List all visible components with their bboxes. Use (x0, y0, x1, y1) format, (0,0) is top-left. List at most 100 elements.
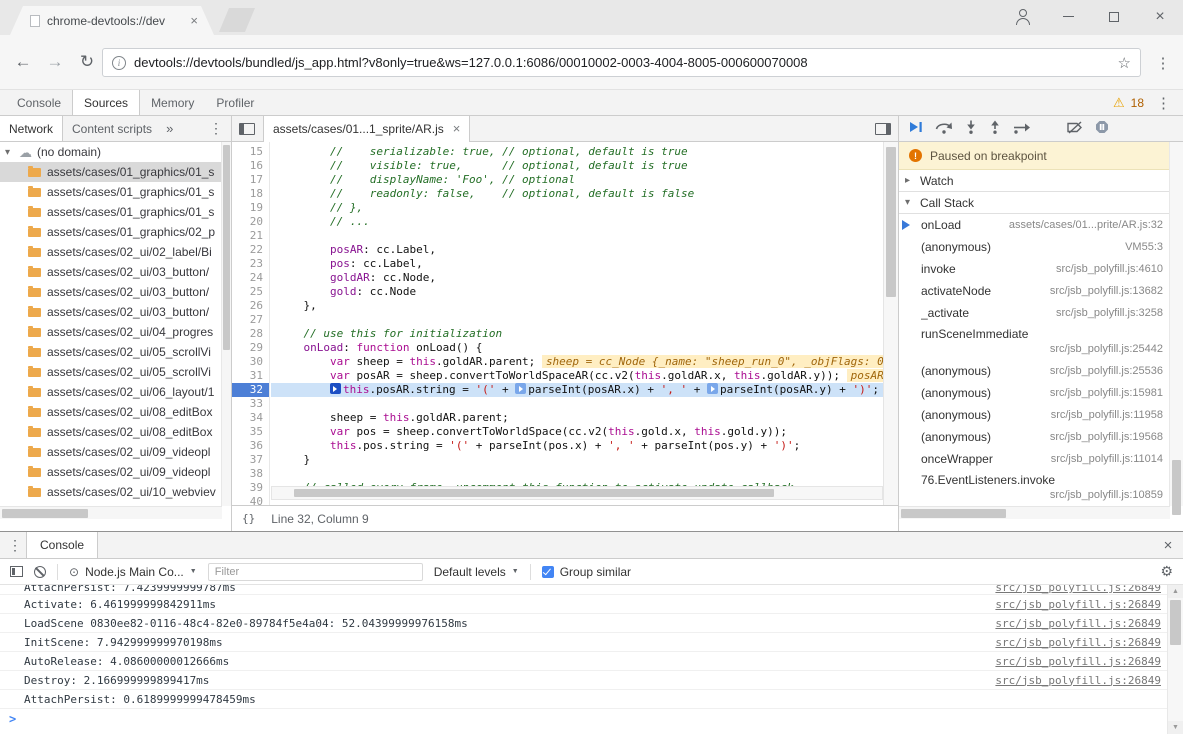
drawer-menu-icon[interactable]: ⋮ (4, 532, 26, 558)
scroll-down-icon[interactable]: ▼ (1168, 721, 1183, 734)
tree-item[interactable]: assets/cases/02_ui/05_scrollVi (0, 362, 221, 382)
call-stack-frame[interactable]: (anonymous)src/jsb_polyfill.js:25536 (899, 360, 1169, 382)
tree-item[interactable]: assets/cases/02_ui/03_button/ (0, 282, 221, 302)
frame-source-location[interactable]: src/jsb_polyfill.js:25536 (1050, 365, 1163, 377)
gutter-line-number[interactable]: 37 (232, 453, 269, 467)
tree-root[interactable]: ▾ ☁ (no domain) (0, 142, 221, 162)
group-similar-toggle[interactable]: Group similar (542, 565, 631, 579)
code-line[interactable]: this.pos.string = '(' + parseInt(pos.x) … (271, 439, 883, 453)
console-source-link[interactable]: src/jsb_polyfill.js:26849 (995, 617, 1161, 630)
pause-on-exceptions-button[interactable] (1095, 120, 1109, 137)
editor-vertical-scrollbar[interactable] (883, 142, 898, 505)
step-button[interactable] (1013, 121, 1031, 137)
frame-source-location[interactable]: VM55:3 (1125, 241, 1163, 253)
code-line[interactable]: gold: cc.Node (271, 285, 883, 299)
code-line[interactable]: var posAR = sheep.convertToWorldSpaceAR(… (271, 369, 883, 383)
code-line[interactable]: // }, (271, 201, 883, 215)
gutter-line-number[interactable]: 40 (232, 495, 269, 505)
scrollbar-thumb[interactable] (901, 509, 1006, 518)
call-stack-frame[interactable]: invokesrc/jsb_polyfill.js:4610 (899, 258, 1169, 280)
deactivate-breakpoints-button[interactable] (1067, 121, 1083, 137)
gutter-line-number[interactable]: 39 (232, 481, 269, 495)
call-stack-frame[interactable]: onceWrappersrc/jsb_polyfill.js:11014 (899, 448, 1169, 470)
profile-button[interactable] (999, 0, 1045, 33)
gutter-line-number[interactable]: 23 (232, 257, 269, 271)
forward-button[interactable]: → (40, 47, 70, 77)
navigator-horizontal-scrollbar[interactable] (0, 506, 222, 519)
code-line[interactable]: } (271, 453, 883, 467)
watch-section-header[interactable]: ▸ Watch (899, 170, 1169, 192)
drawer-close-icon[interactable]: × (1153, 532, 1183, 558)
gutter-line-number[interactable]: 17 (232, 173, 269, 187)
tree-item[interactable]: assets/cases/02_ui/08_editBox (0, 402, 221, 422)
console-settings-gear-icon[interactable]: ⚙ (1160, 563, 1173, 580)
gutter-line-number[interactable]: 21 (232, 229, 269, 243)
console-source-link[interactable]: src/jsb_polyfill.js:26849 (995, 585, 1161, 594)
code-line[interactable] (271, 397, 883, 411)
expander-icon[interactable]: ▾ (5, 147, 14, 158)
frame-source-location[interactable]: src/jsb_polyfill.js:3258 (1056, 307, 1163, 319)
file-tab-close-icon[interactable]: × (453, 121, 461, 136)
code-line[interactable]: // displayName: 'Foo', // optional (271, 173, 883, 187)
gutter-line-number[interactable]: 19 (232, 201, 269, 215)
call-stack-frame[interactable]: (anonymous)src/jsb_polyfill.js:19568 (899, 426, 1169, 448)
code-line[interactable]: // ... (271, 215, 883, 229)
call-stack-frame[interactable]: _activatesrc/jsb_polyfill.js:3258 (899, 302, 1169, 324)
code-line[interactable]: sheep = this.goldAR.parent; (271, 411, 883, 425)
code-line[interactable]: // use this for initialization (271, 327, 883, 341)
tree-item[interactable]: assets/cases/02_ui/09_videopl (0, 442, 221, 462)
tree-item[interactable]: assets/cases/02_ui/03_button/ (0, 262, 221, 282)
call-stack-frame[interactable]: onLoadassets/cases/01...prite/AR.js:32 (899, 214, 1169, 236)
code-line[interactable]: var pos = sheep.convertToWorldSpace(cc.v… (271, 425, 883, 439)
tree-item[interactable]: assets/cases/02_ui/06_layout/1 (0, 382, 221, 402)
devtools-menu-icon[interactable]: ⋮ (1156, 94, 1171, 112)
scrollbar-thumb[interactable] (1170, 600, 1181, 645)
tab-close-icon[interactable]: × (190, 13, 198, 28)
gutter-line-number[interactable]: 34 (232, 411, 269, 425)
pretty-print-button[interactable]: {} (242, 512, 255, 525)
gutter-line-number[interactable]: 15 (232, 145, 269, 159)
code-line[interactable] (271, 229, 883, 243)
browser-menu-icon[interactable]: ⋮ (1149, 49, 1177, 77)
gutter-line-number[interactable]: 33 (232, 397, 269, 411)
log-levels-dropdown[interactable]: Default levels ▼ (434, 565, 519, 579)
call-stack-frame[interactable]: runSceneImmediatesrc/jsb_polyfill.js:254… (899, 324, 1169, 360)
navigator-vertical-scrollbar[interactable] (221, 142, 231, 506)
code-line[interactable]: // serializable: true, // optional, defa… (271, 145, 883, 159)
inline-breakpoint-marker[interactable] (707, 383, 718, 394)
gutter-line-number[interactable]: 22 (232, 243, 269, 257)
frame-source-location[interactable]: src/jsb_polyfill.js:15981 (1050, 387, 1163, 399)
call-stack-section-header[interactable]: ▾ Call Stack (899, 192, 1169, 214)
code-line[interactable]: // readonly: false, // optional, default… (271, 187, 883, 201)
tree-item[interactable]: assets/cases/02_ui/08_editBox (0, 422, 221, 442)
tree-item[interactable]: assets/cases/01_graphics/01_s (0, 182, 221, 202)
code-line[interactable] (271, 313, 883, 327)
frame-source-location[interactable]: src/jsb_polyfill.js:13682 (1050, 285, 1163, 297)
gutter-line-number[interactable]: 24 (232, 271, 269, 285)
code-line[interactable]: pos: cc.Label, (271, 257, 883, 271)
filter-input[interactable] (208, 563, 423, 581)
tree-item[interactable]: assets/cases/01_graphics/01_s (0, 202, 221, 222)
code-line[interactable] (271, 467, 883, 481)
resume-button[interactable] (909, 121, 923, 136)
browser-tab[interactable]: chrome-devtools://dev × (10, 6, 214, 35)
gutter-line-number[interactable]: 25 (232, 285, 269, 299)
code-editor[interactable]: 1516171819202122232425262728293031323334… (232, 142, 898, 505)
gutter-line-number[interactable]: 28 (232, 327, 269, 341)
console-source-link[interactable]: src/jsb_polyfill.js:26849 (995, 636, 1161, 649)
gutter-line-number[interactable]: 26 (232, 299, 269, 313)
navigator-toggle-icon[interactable] (239, 123, 255, 135)
info-icon[interactable]: i (112, 56, 126, 70)
code-line[interactable]: var sheep = this.goldAR.parent; sheep = … (271, 355, 883, 369)
scrollbar-thumb[interactable] (1172, 460, 1181, 515)
step-over-button[interactable] (935, 121, 953, 137)
tab-network[interactable]: Network (0, 116, 63, 141)
tab-memory[interactable]: Memory (140, 90, 205, 115)
gutter-line-number[interactable]: 36 (232, 439, 269, 453)
frame-source-location[interactable]: src/jsb_polyfill.js:19568 (1050, 431, 1163, 443)
call-stack-frame[interactable]: (anonymous)VM55:3 (899, 236, 1169, 258)
call-stack-frame[interactable]: activateNodesrc/jsb_polyfill.js:13682 (899, 280, 1169, 302)
scrollbar-thumb[interactable] (294, 489, 774, 497)
new-tab-button[interactable] (219, 8, 255, 32)
tab-console[interactable]: Console (6, 90, 72, 115)
